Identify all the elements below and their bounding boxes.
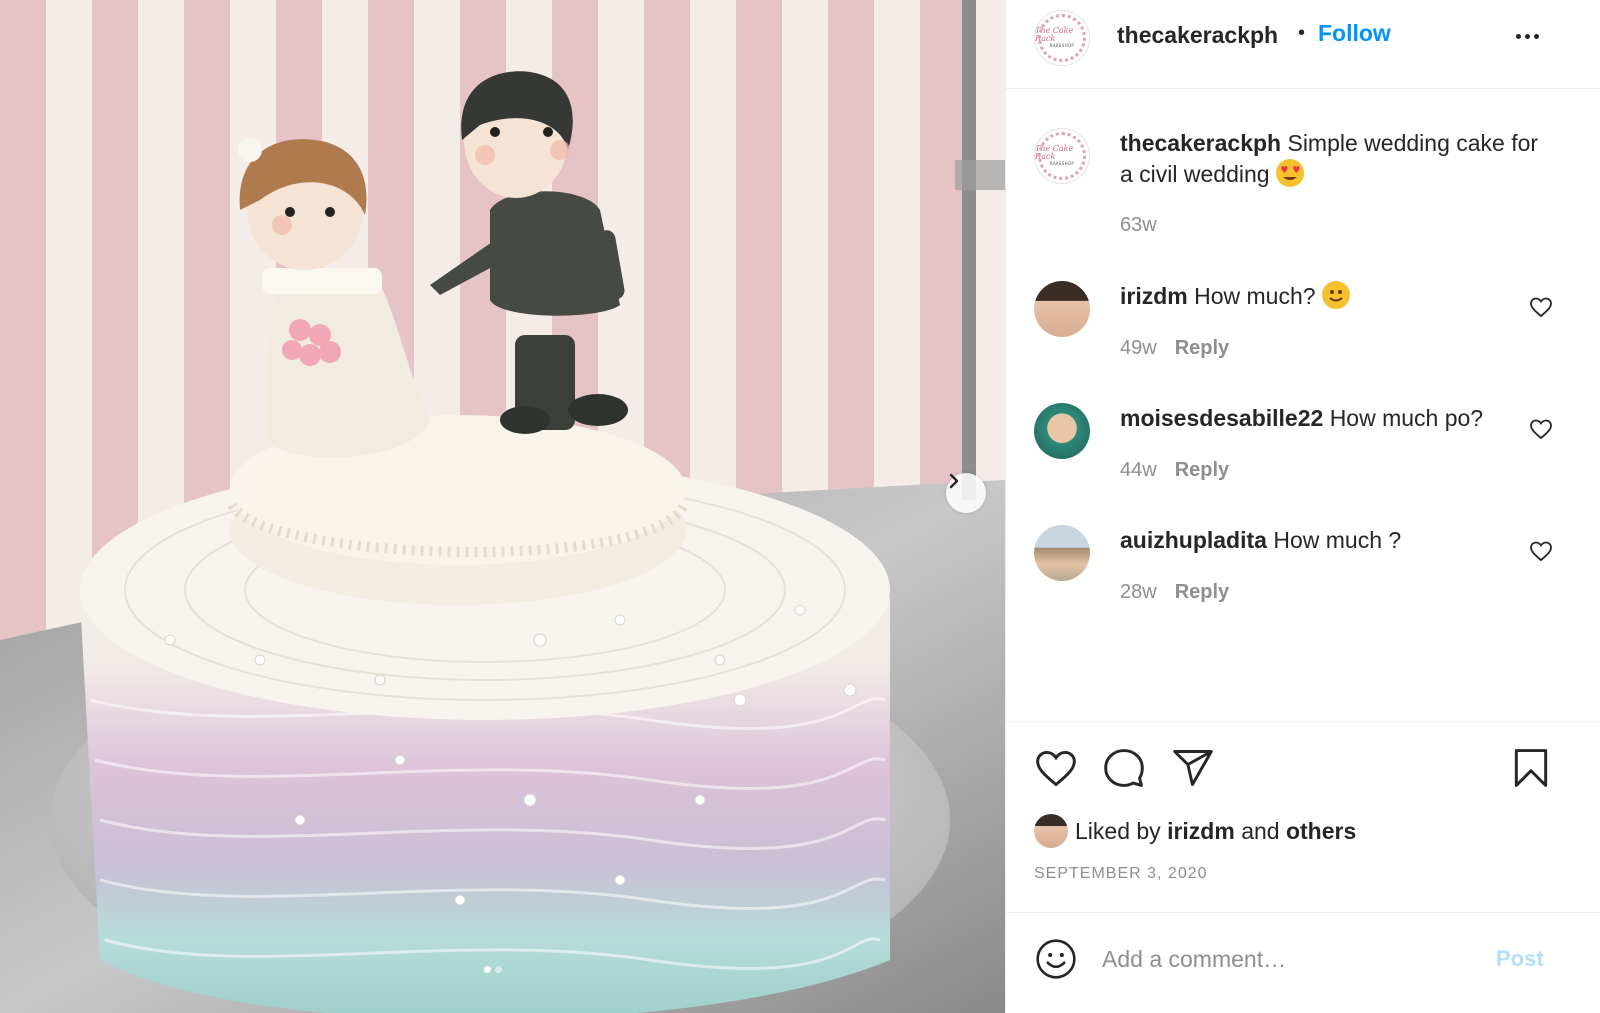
reply-button[interactable]: Reply <box>1175 337 1229 359</box>
comment-meta: 44w Reply <box>1120 459 1229 482</box>
like-heart-icon[interactable] <box>1034 746 1078 790</box>
caption-avatar[interactable]: The Cake Rack BAKESHOP <box>1034 128 1090 184</box>
likes-prefix: Liked by <box>1075 817 1161 844</box>
comment-text: moisesdesabille22 How much po? <box>1120 403 1550 434</box>
follow-button[interactable]: Follow <box>1318 20 1391 47</box>
reply-button[interactable]: Reply <box>1175 581 1229 603</box>
emoji-picker-icon[interactable] <box>1034 937 1078 981</box>
likes-others[interactable]: others <box>1286 818 1356 845</box>
chevron-right-icon <box>949 473 959 489</box>
liker-avatar[interactable] <box>1034 814 1068 848</box>
comment-body: How much ? <box>1273 527 1402 553</box>
heart-eyes-emoji <box>1275 159 1304 187</box>
wedding-cake-image <box>0 0 1005 1013</box>
comments-list: The Cake Rack BAKESHOP thecakerackph Sim… <box>1006 89 1600 721</box>
comment-icon[interactable] <box>1102 746 1146 790</box>
smiling-emoji <box>1321 281 1350 309</box>
carousel-indicator <box>484 966 502 973</box>
comment-username[interactable]: moisesdesabille22 <box>1120 405 1323 431</box>
add-comment-bar: Post <box>1006 912 1600 1013</box>
commenter-avatar[interactable] <box>1034 281 1090 337</box>
more-options-icon[interactable] <box>1512 26 1542 46</box>
commenter-avatar[interactable] <box>1034 403 1090 459</box>
comment-time: 49w <box>1120 337 1157 359</box>
commenter-avatar[interactable] <box>1034 525 1090 581</box>
carousel-dot <box>495 966 502 973</box>
comment-text: auizhupladita How much ? <box>1120 525 1550 556</box>
bookmark-icon[interactable] <box>1509 746 1553 790</box>
comment-text: irizdm How much? <box>1120 281 1550 312</box>
caption-time: 63w <box>1120 214 1157 236</box>
heart-icon[interactable] <box>1529 295 1553 319</box>
comment-meta: 28w Reply <box>1120 581 1229 604</box>
comment-time: 28w <box>1120 581 1157 603</box>
post-photo[interactable] <box>0 0 1005 1013</box>
likes-joiner: and <box>1241 817 1280 844</box>
reply-button[interactable]: Reply <box>1175 459 1229 481</box>
comment-body: How much po? <box>1329 405 1484 431</box>
comment-input[interactable] <box>1102 937 1482 981</box>
caption-text: thecakerackph Simple wedding cake for a … <box>1120 128 1550 190</box>
separator-dot: • <box>1298 22 1306 44</box>
post-sidebar: The Cake Rack BAKESHOP thecakerackph • F… <box>1005 0 1600 1013</box>
caption-username[interactable]: thecakerackph <box>1120 130 1281 156</box>
post-date: SEPTEMBER 3, 2020 <box>1034 865 1208 882</box>
comment-meta: 49w Reply <box>1120 337 1229 360</box>
comment-time: 44w <box>1120 459 1157 481</box>
post-header: The Cake Rack BAKESHOP thecakerackph • F… <box>1006 0 1600 89</box>
account-avatar[interactable]: The Cake Rack BAKESHOP <box>1034 10 1090 66</box>
share-icon[interactable] <box>1171 746 1215 790</box>
post-actions: Liked by irizdm and others SEPTEMBER 3, … <box>1006 721 1600 912</box>
post-comment-button[interactable]: Post <box>1496 946 1544 972</box>
heart-icon[interactable] <box>1529 417 1553 441</box>
comment-username[interactable]: irizdm <box>1120 283 1188 309</box>
likes-summary: Liked by irizdm and others <box>1034 814 1356 848</box>
comment-body: How much? <box>1194 283 1316 309</box>
heart-icon[interactable] <box>1529 539 1553 563</box>
account-username[interactable]: thecakerackph <box>1117 22 1278 49</box>
liker-username[interactable]: irizdm <box>1167 818 1235 845</box>
next-photo-button[interactable] <box>946 473 986 513</box>
carousel-dot-active <box>484 966 491 973</box>
comment-username[interactable]: auizhupladita <box>1120 527 1267 553</box>
